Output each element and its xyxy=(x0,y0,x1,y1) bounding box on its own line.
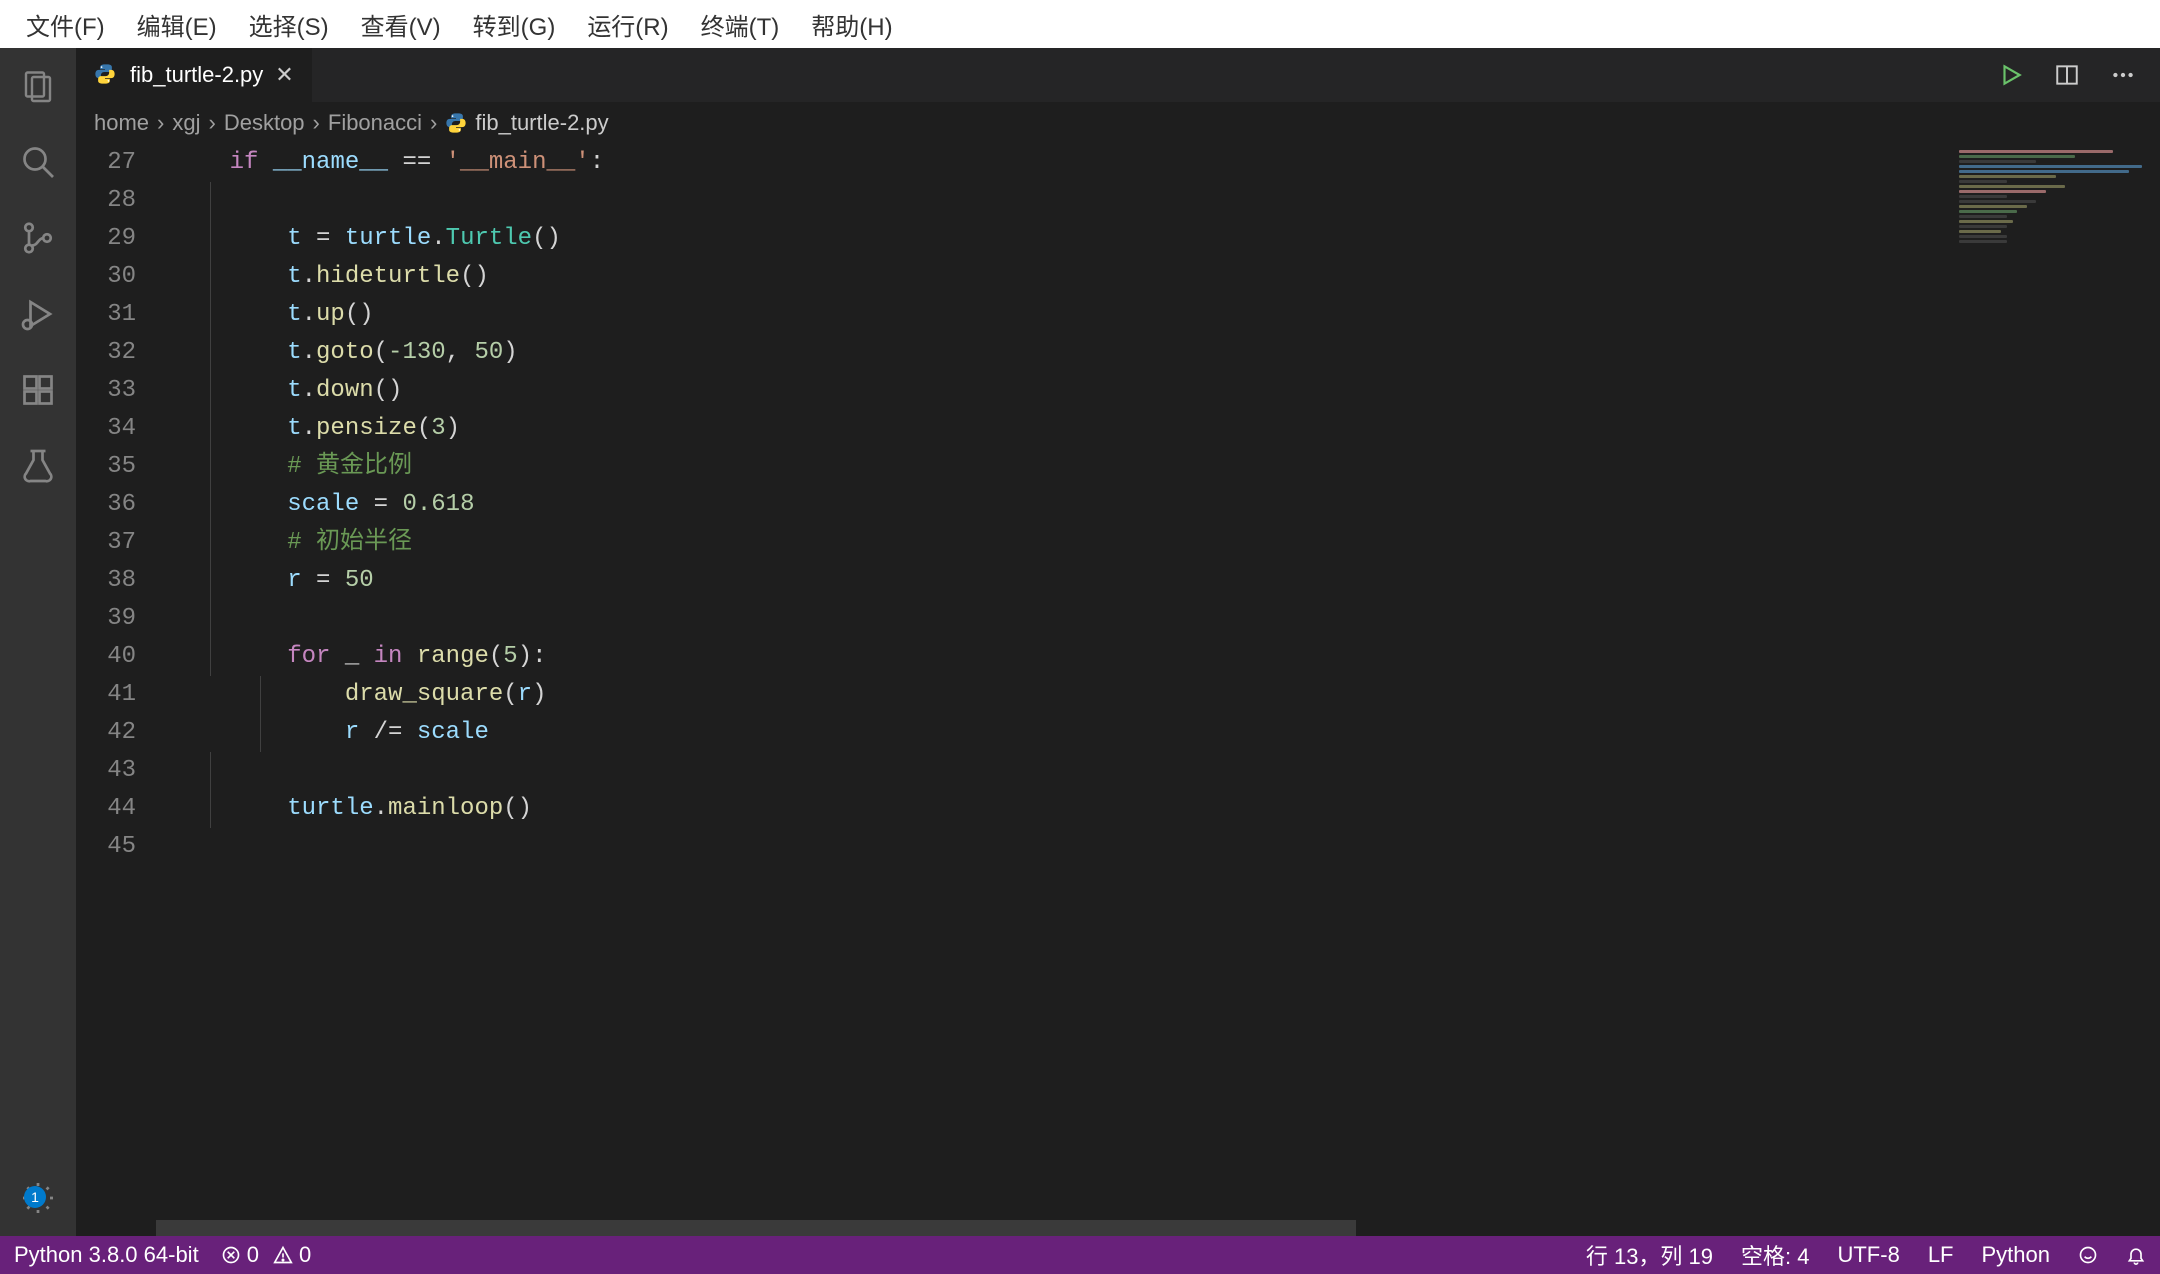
tabs-row: fib_turtle-2.py ✕ xyxy=(76,48,2160,102)
status-bar: Python 3.8.0 64-bit 0 0 行 13，列 19 空格: 4 … xyxy=(0,1236,2160,1274)
scrollbar-thumb[interactable] xyxy=(156,1220,1356,1236)
code-line[interactable]: t.down() xyxy=(172,372,1950,410)
line-number: 33 xyxy=(76,372,136,410)
code-line[interactable] xyxy=(172,752,1950,790)
breadcrumb[interactable]: home › xgj › Desktop › Fibonacci › fib_turtle-2.… xyxy=(76,102,2160,144)
menu-item[interactable]: 帮助(H) xyxy=(797,3,906,46)
status-eol[interactable]: LF xyxy=(1928,1242,1954,1268)
close-icon[interactable]: ✕ xyxy=(275,62,293,88)
menu-item[interactable]: 选择(S) xyxy=(235,3,343,46)
menu-item[interactable]: 运行(R) xyxy=(573,3,682,46)
test-icon[interactable] xyxy=(18,446,58,486)
notifications-icon[interactable] xyxy=(2126,1245,2146,1265)
chevron-right-icon: › xyxy=(157,110,164,136)
split-editor-icon[interactable] xyxy=(2054,62,2080,88)
run-icon[interactable] xyxy=(1998,62,2024,88)
status-language[interactable]: Python xyxy=(1982,1242,2051,1268)
menubar: 文件(F)编辑(E)选择(S)查看(V)转到(G)运行(R)终端(T)帮助(H) xyxy=(0,0,2160,48)
line-number: 39 xyxy=(76,600,136,638)
minimap[interactable] xyxy=(1950,144,2160,1220)
tab-filename: fib_turtle-2.py xyxy=(130,62,263,88)
code-line[interactable] xyxy=(172,182,1950,220)
tab-actions xyxy=(1998,48,2160,102)
code-line[interactable]: draw_square(r) xyxy=(172,676,1950,714)
breadcrumb-segment[interactable]: home xyxy=(94,110,149,136)
code-line[interactable]: t = turtle.Turtle() xyxy=(172,220,1950,258)
code-line[interactable]: r = 50 xyxy=(172,562,1950,600)
editor-body: 27282930313233343536373839404142434445 i… xyxy=(76,144,2160,1220)
line-number: 32 xyxy=(76,334,136,372)
breadcrumb-segment[interactable]: Desktop xyxy=(224,110,305,136)
activity-bar: 1 xyxy=(0,48,76,1236)
code-line[interactable]: t.hideturtle() xyxy=(172,258,1950,296)
code-line[interactable]: for _ in range(5): xyxy=(172,638,1950,676)
breadcrumb-file[interactable]: fib_turtle-2.py xyxy=(445,110,608,136)
line-number: 42 xyxy=(76,714,136,752)
chevron-right-icon: › xyxy=(313,110,320,136)
menu-item[interactable]: 文件(F) xyxy=(12,3,119,46)
menu-item[interactable]: 转到(G) xyxy=(459,3,570,46)
code-line[interactable]: if __name__ == '__main__': xyxy=(172,144,1950,182)
extensions-icon[interactable] xyxy=(18,370,58,410)
chevron-right-icon: › xyxy=(430,110,437,136)
line-number: 40 xyxy=(76,638,136,676)
code-line[interactable]: # 黄金比例 xyxy=(172,448,1950,486)
code-line[interactable]: t.up() xyxy=(172,296,1950,334)
source-control-icon[interactable] xyxy=(18,218,58,258)
line-number: 37 xyxy=(76,524,136,562)
line-number: 29 xyxy=(76,220,136,258)
line-number: 41 xyxy=(76,676,136,714)
settings-icon[interactable]: 1 xyxy=(18,1178,58,1218)
line-number: 27 xyxy=(76,144,136,182)
status-warning-count: 0 xyxy=(299,1242,311,1268)
line-number: 36 xyxy=(76,486,136,524)
line-number: 43 xyxy=(76,752,136,790)
status-encoding[interactable]: UTF-8 xyxy=(1837,1242,1899,1268)
code-line[interactable]: t.pensize(3) xyxy=(172,410,1950,448)
status-error-count: 0 xyxy=(247,1242,259,1268)
status-problems[interactable]: 0 0 xyxy=(221,1242,312,1268)
code-line[interactable]: r /= scale xyxy=(172,714,1950,752)
line-number: 28 xyxy=(76,182,136,220)
tab-file[interactable]: fib_turtle-2.py ✕ xyxy=(76,48,313,102)
chevron-right-icon: › xyxy=(209,110,216,136)
status-python-version[interactable]: Python 3.8.0 64-bit xyxy=(14,1242,199,1268)
horizontal-scrollbar[interactable] xyxy=(76,1220,2160,1236)
menu-item[interactable]: 查看(V) xyxy=(347,3,455,46)
line-number: 30 xyxy=(76,258,136,296)
line-number: 31 xyxy=(76,296,136,334)
line-number: 35 xyxy=(76,448,136,486)
main-area: 1 fib_turtle-2.py ✕ xyxy=(0,48,2160,1236)
search-icon[interactable] xyxy=(18,142,58,182)
breadcrumb-segment[interactable]: Fibonacci xyxy=(328,110,422,136)
line-number: 34 xyxy=(76,410,136,448)
settings-badge: 1 xyxy=(24,1186,46,1208)
more-icon[interactable] xyxy=(2110,62,2136,88)
status-cursor-position[interactable]: 行 13，列 19 xyxy=(1586,1239,1713,1271)
menu-item[interactable]: 终端(T) xyxy=(687,3,794,46)
code-line[interactable] xyxy=(172,600,1950,638)
line-number: 45 xyxy=(76,828,136,866)
status-indentation[interactable]: 空格: 4 xyxy=(1741,1239,1809,1271)
line-number: 44 xyxy=(76,790,136,828)
code-line[interactable]: turtle.mainloop() xyxy=(172,790,1950,828)
code-line[interactable]: scale = 0.618 xyxy=(172,486,1950,524)
code-area[interactable]: if __name__ == '__main__': t = turtle.Tu… xyxy=(168,144,1950,1220)
line-number: 38 xyxy=(76,562,136,600)
editor-area: fib_turtle-2.py ✕ home › xgj › Desktop › Fibon… xyxy=(76,48,2160,1236)
menu-item[interactable]: 编辑(E) xyxy=(123,3,231,46)
code-line[interactable] xyxy=(172,828,1950,866)
code-line[interactable]: # 初始半径 xyxy=(172,524,1950,562)
python-file-icon xyxy=(94,63,118,87)
code-line[interactable]: t.goto(-130, 50) xyxy=(172,334,1950,372)
explorer-icon[interactable] xyxy=(18,66,58,106)
run-debug-icon[interactable] xyxy=(18,294,58,334)
feedback-icon[interactable] xyxy=(2078,1245,2098,1265)
breadcrumb-segment[interactable]: xgj xyxy=(172,110,200,136)
line-gutter: 27282930313233343536373839404142434445 xyxy=(76,144,168,1220)
